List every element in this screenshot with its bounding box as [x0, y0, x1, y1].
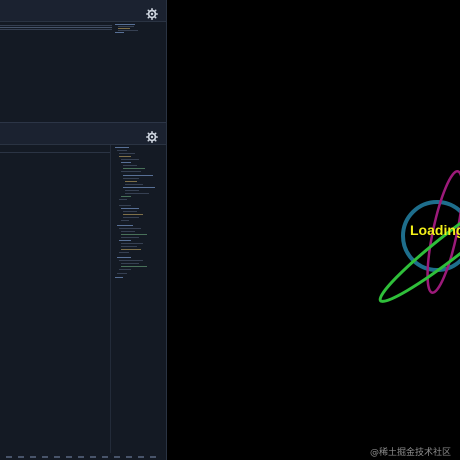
code-line: [125, 184, 143, 185]
code-line: [121, 196, 131, 197]
panel-header-bottom: [0, 123, 166, 145]
screen: Loading @稀土掘金技术社区: [0, 0, 460, 460]
code-area-bottom[interactable]: [112, 145, 166, 460]
code-line: [119, 156, 131, 157]
code-line: [117, 257, 131, 258]
code-line: [123, 214, 143, 215]
status-indicator: [90, 456, 96, 458]
code-line: [115, 277, 123, 278]
editor-panel-bottom: [0, 123, 166, 460]
current-line-highlight: [0, 152, 110, 153]
code-line: [123, 175, 153, 176]
status-indicator: [30, 456, 36, 458]
status-indicator: [138, 456, 144, 458]
code-line: [119, 199, 127, 200]
code-line: [125, 190, 139, 191]
loading-text: Loading: [410, 222, 460, 238]
code-area-top[interactable]: [0, 22, 166, 122]
loader-ring-green: [378, 185, 460, 303]
code-line: [0, 25, 112, 26]
code-line: [117, 225, 133, 226]
code-line: [115, 24, 135, 25]
code-line: [115, 147, 129, 148]
code-line: [121, 243, 143, 244]
code-line: [125, 181, 137, 182]
code-line: [121, 266, 147, 267]
code-line: [121, 231, 135, 232]
code-line: [0, 29, 112, 30]
code-line: [121, 234, 147, 235]
preview-pane: Loading @稀土掘金技术社区: [167, 0, 460, 460]
code-line: [119, 252, 129, 253]
status-indicator: [102, 456, 108, 458]
code-line: [119, 205, 131, 206]
editor-status-bar: [0, 453, 166, 460]
code-line: [121, 263, 139, 264]
status-indicator: [18, 456, 24, 458]
code-line: [123, 165, 137, 166]
code-line: [119, 153, 135, 154]
gear-icon[interactable]: [146, 128, 158, 143]
code-line: [121, 171, 141, 172]
code-line: [0, 27, 112, 28]
editor-panel-top: [0, 0, 166, 122]
gear-icon[interactable]: [146, 5, 158, 20]
code-line: [123, 168, 145, 169]
status-indicator: [126, 456, 132, 458]
code-line: [123, 187, 155, 188]
status-indicator: [78, 456, 84, 458]
status-indicator: [6, 456, 12, 458]
status-indicator: [114, 456, 120, 458]
code-line: [118, 28, 130, 29]
status-indicator: [66, 456, 72, 458]
status-indicator: [42, 456, 48, 458]
code-line: [119, 228, 141, 229]
code-line: [121, 246, 137, 247]
code-line: [121, 162, 131, 163]
watermark: @稀土掘金技术社区: [370, 448, 452, 458]
code-line: [119, 260, 143, 261]
editor-column: [0, 0, 167, 460]
status-indicator: [150, 456, 156, 458]
code-line: [123, 178, 139, 179]
code-line: [121, 237, 139, 238]
code-line: [123, 217, 139, 218]
code-line: [118, 26, 134, 27]
panel-header-top: [0, 0, 166, 22]
code-line: [118, 30, 138, 31]
code-line: [123, 211, 137, 212]
code-line: [121, 208, 139, 209]
code-line: [125, 193, 149, 194]
code-line: [119, 240, 131, 241]
status-indicator: [54, 456, 60, 458]
code-line: [115, 32, 124, 33]
minimap-divider: [110, 145, 111, 460]
code-line: [117, 273, 127, 274]
code-line: [121, 249, 141, 250]
code-line: [119, 269, 131, 270]
code-line: [117, 150, 127, 151]
code-line: [121, 159, 139, 160]
code-line: [121, 220, 129, 221]
